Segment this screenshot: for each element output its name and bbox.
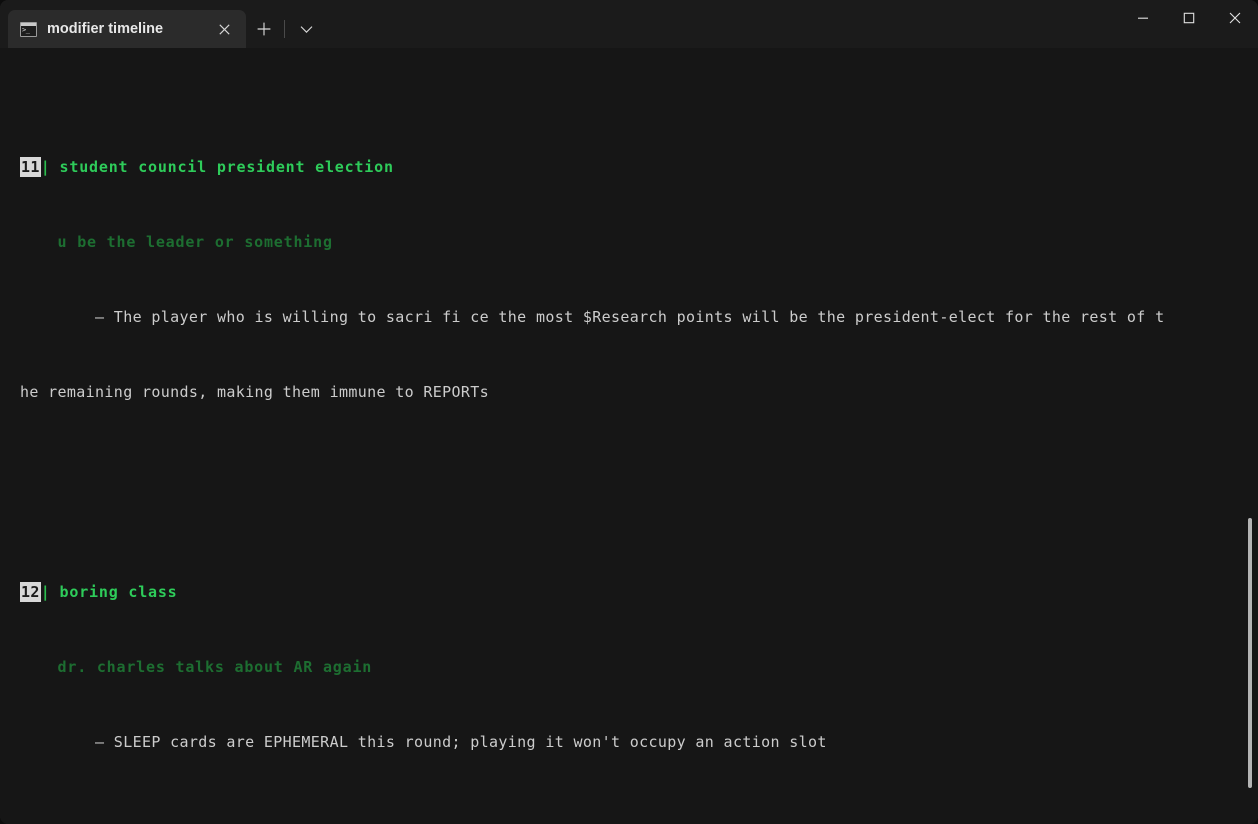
scrollbar-thumb[interactable] [1248, 518, 1252, 788]
tab-title: modifier timeline [47, 21, 164, 37]
close-window-button[interactable] [1212, 0, 1258, 36]
terminal-viewport[interactable]: 11| student council president election u… [0, 48, 1258, 824]
entry-number-badge: 11 [20, 157, 41, 177]
entry-effect: — SLEEP cards are EPHEMERAL this round; … [95, 733, 827, 751]
toolbar-divider [284, 20, 285, 38]
entry-bar: | [40, 158, 51, 176]
entry-title: boring class [59, 583, 178, 601]
terminal-window: modifier timeline [0, 0, 1258, 824]
timeline-entry-effect-line: — The player who is willing to sacri fi … [20, 305, 1258, 330]
timeline-entry-subtitle-line: dr. charles talks about AR again [20, 655, 1258, 680]
maximize-button[interactable] [1166, 0, 1212, 36]
timeline-entry-subtitle-line: u be the leader or something [20, 230, 1258, 255]
entry-title: student council president election [59, 158, 394, 176]
minimize-button[interactable] [1120, 0, 1166, 36]
entry-subtitle: dr. charles talks about AR again [57, 658, 373, 676]
entry-subtitle: u be the leader or something [57, 233, 333, 251]
chevron-down-icon[interactable] [287, 10, 325, 48]
timeline-entry-effect-line: — SLEEP cards are EPHEMERAL this round; … [20, 730, 1258, 755]
timeline-entry-header: 11| student council president election [20, 155, 1258, 180]
entry-number-badge: 12 [20, 582, 41, 602]
tab-modifier-timeline[interactable]: modifier timeline [8, 10, 246, 48]
entry-effect-wrap-text: he remaining rounds, making them immune … [20, 383, 490, 401]
title-bar: modifier timeline [0, 0, 1258, 48]
window-controls [1120, 0, 1258, 48]
entry-bar: | [40, 583, 51, 601]
timeline-entry-header: 12| boring class [20, 580, 1258, 605]
scrollbar-track[interactable] [1244, 48, 1254, 824]
terminal-content: 11| student council president election u… [0, 48, 1258, 824]
terminal-icon [20, 21, 37, 37]
entry-effect: — The player who is willing to sacri fi … [95, 308, 1165, 326]
tab-strip: modifier timeline [0, 0, 1120, 48]
new-tab-button[interactable] [246, 10, 282, 48]
timeline-entry-effect-wrap: he remaining rounds, making them immune … [0, 380, 1258, 405]
close-icon[interactable] [210, 15, 238, 43]
